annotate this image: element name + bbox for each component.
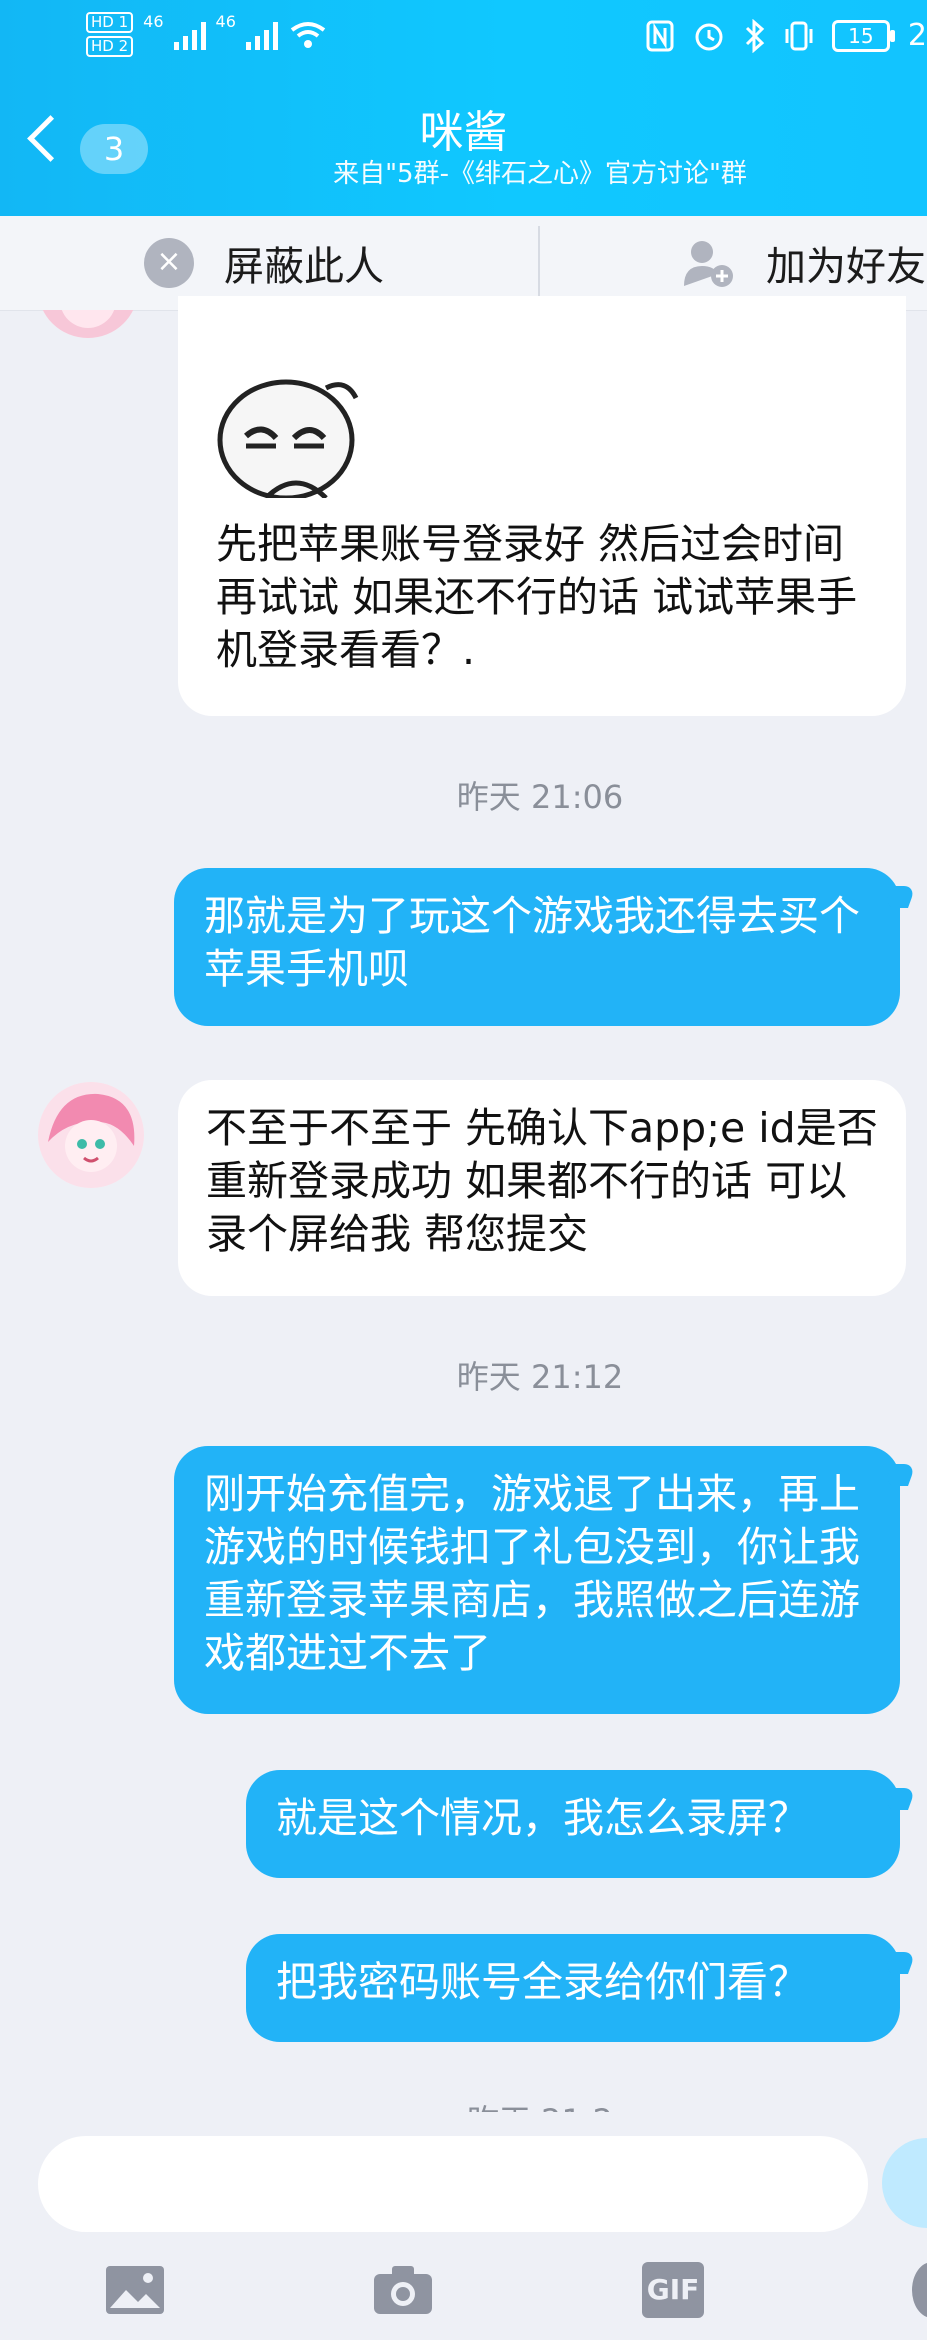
battery-icon: 15	[831, 19, 895, 52]
hd1-badge: HD 1	[86, 12, 134, 33]
bluetooth-icon	[745, 18, 765, 53]
camera-icon[interactable]	[372, 2262, 434, 2318]
send-button[interactable]	[882, 2138, 927, 2228]
message-input-bar	[0, 2112, 927, 2250]
sticker-face-icon	[217, 379, 359, 498]
message-text: 不至于不至于 先确认下app;e id是否重新登录成功 如果都不行的话 可以录个…	[206, 1104, 878, 1258]
status-icons: 15 2	[646, 18, 927, 53]
message-text: 刚开始充值完，游戏退了出来，再上游戏的时候钱扣了礼包没到，你让我重新登录苹果商店…	[204, 1470, 860, 1677]
hd2-badge: HD 2	[86, 36, 134, 57]
gif-button[interactable]: GIF	[642, 2262, 704, 2318]
image-icon[interactable]	[104, 2262, 166, 2318]
message-timestamp: 昨天 21:12	[456, 1358, 624, 1396]
avatar[interactable]	[38, 1082, 144, 1188]
block-user-label: 屏蔽此人	[224, 244, 384, 290]
sticker-image[interactable]	[206, 358, 376, 498]
message-bubble-outgoing[interactable]: 刚开始充值完，游戏退了出来，再上游戏的时候钱扣了礼包没到，你让我重新登录苹果商店…	[174, 1446, 900, 1714]
signal-icon-2	[245, 20, 278, 50]
message-text: 那就是为了玩这个游戏我还得去买个苹果手机呗	[204, 892, 860, 993]
message-bubble-outgoing[interactable]: 那就是为了玩这个游戏我还得去买个苹果手机呗	[174, 868, 900, 1026]
input-toolbar: GIF	[0, 2250, 927, 2340]
message-text: 把我密码账号全录给你们看？	[276, 1958, 809, 2006]
block-icon	[144, 238, 194, 288]
message-bubble-incoming[interactable]: 不至于不至于 先确认下app;e id是否重新登录成功 如果都不行的话 可以录个…	[178, 1080, 906, 1296]
chat-title: 咪酱	[419, 107, 508, 158]
action-divider	[538, 226, 540, 300]
add-friend-icon	[684, 241, 733, 287]
message-input[interactable]	[38, 2136, 868, 2232]
message-timestamp: 昨天 21:06	[456, 778, 624, 816]
vibrate-icon	[785, 21, 813, 50]
network-type-1: 46	[143, 12, 164, 31]
more-icon[interactable]	[912, 2262, 927, 2318]
signal-group: HD 1 HD 2 46 46	[86, 12, 328, 57]
chat-subtitle: 来自"5群-《绯石之心》官方讨论"群	[333, 159, 747, 189]
signal-icon-1	[173, 20, 206, 50]
sim-indicators: HD 1 HD 2	[86, 12, 134, 57]
network-type-2: 46	[215, 12, 236, 31]
message-text: 就是这个情况，我怎么录屏？	[276, 1794, 809, 1842]
message-bubble-outgoing[interactable]: 把我密码账号全录给你们看？	[246, 1934, 900, 2042]
chat-header: HD 1 HD 2 46 46 15 2 3 咪酱 来自"5群-《绯石之心》官方…	[0, 0, 927, 216]
clock-partial: 2	[907, 18, 927, 53]
message-text: 先把苹果账号登录好 然后过会时间再试试 如果还不行的话 试试苹果手机登录看看？.	[216, 520, 858, 674]
message-bubble-outgoing[interactable]: 就是这个情况，我怎么录屏？	[246, 1770, 900, 1878]
nfc-icon	[646, 20, 674, 51]
add-friend-label: 加为好友	[766, 244, 926, 290]
alarm-icon	[695, 23, 723, 50]
status-bar: HD 1 HD 2 46 46 15 2	[0, 0, 927, 82]
wifi-icon	[290, 21, 326, 48]
message-bubble-incoming[interactable]: 先把苹果账号登录好 然后过会时间再试试 如果还不行的话 试试苹果手机登录看看？.	[178, 296, 906, 716]
